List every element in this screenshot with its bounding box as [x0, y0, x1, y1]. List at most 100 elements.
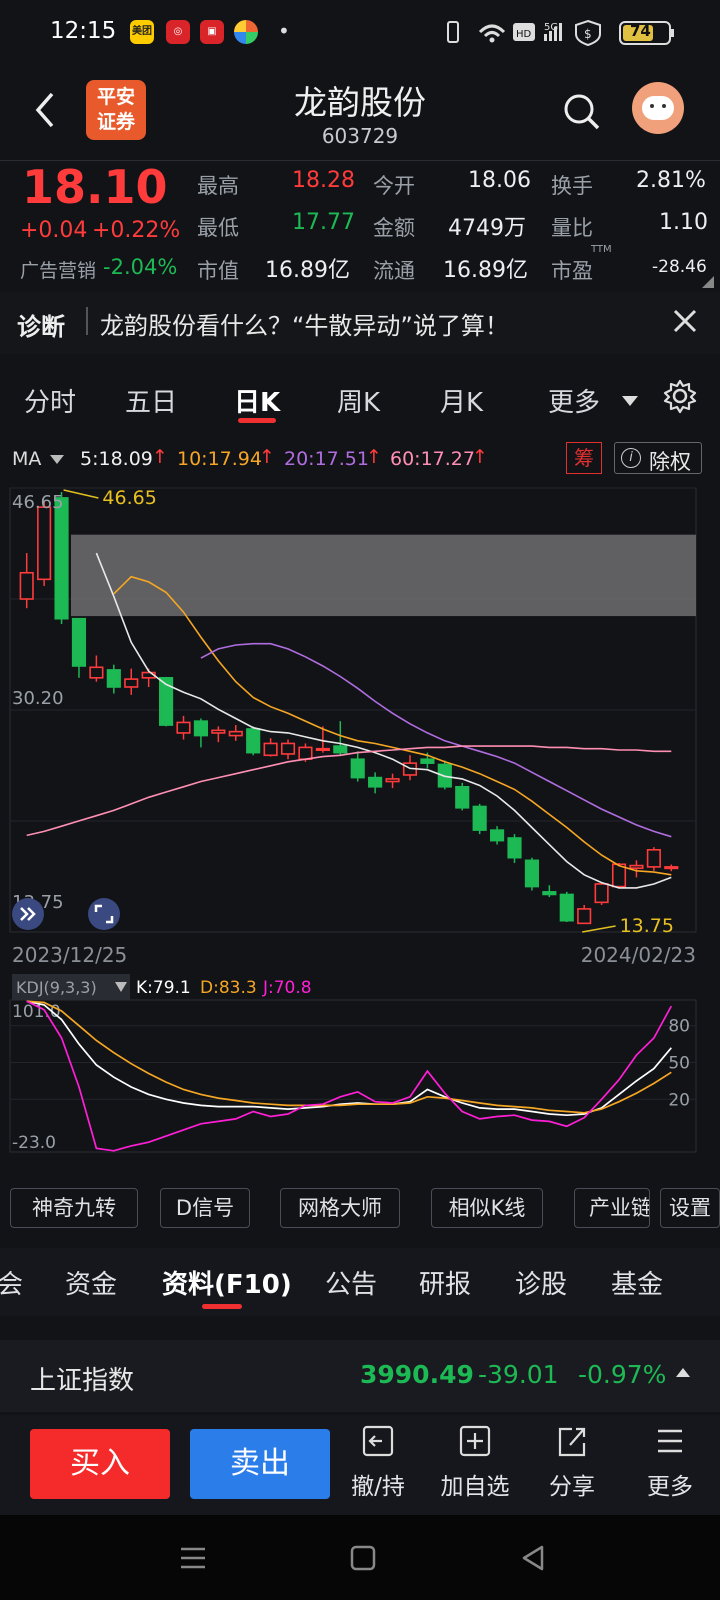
cap-label: 市值 [197, 259, 239, 283]
pe-value: -28.46 [652, 257, 707, 277]
more-button[interactable]: 更多 [625, 1421, 715, 1501]
tab-fund[interactable]: 基金 [611, 1264, 663, 1301]
tab-weekly-k[interactable]: 周K [337, 382, 380, 419]
diagnosis-banner[interactable]: 诊断 龙韵股份看什么？“牛散异动”说了算！ [0, 292, 720, 354]
index-pct: -0.97% [578, 1360, 667, 1389]
float-value: 16.89亿 [443, 258, 528, 283]
tab-daily-k[interactable]: 日K [234, 382, 280, 419]
sector-label[interactable]: 广告营销 [20, 256, 96, 283]
candle-down [455, 785, 470, 809]
kdj-y-right-2: 20 [668, 1090, 690, 1110]
vol-ratio-value: 1.10 [659, 210, 708, 235]
fast-forward-icon[interactable] [12, 898, 44, 930]
share-icon [558, 1427, 586, 1457]
tab-diagnose[interactable]: 诊股 [515, 1264, 567, 1301]
share-button[interactable]: 分享 [527, 1421, 617, 1501]
tab-active-indicator [238, 418, 276, 423]
chevron-down-icon[interactable] [622, 396, 638, 406]
back-icon[interactable] [30, 90, 60, 130]
fullscreen-icon[interactable] [88, 898, 120, 930]
vol-ratio-label: 量比 [551, 216, 593, 240]
undo-hold-button[interactable]: 撤/持 [333, 1421, 423, 1501]
chip-settings[interactable]: 设置 [660, 1188, 720, 1228]
exright-button[interactable]: i 除权 [614, 442, 702, 474]
tab-funds[interactable]: 资金 [65, 1264, 117, 1301]
chip-industry-chain[interactable]: 产业链 [574, 1188, 650, 1228]
stock-header: 平安 证券 龙韵股份 603729 [0, 70, 720, 160]
exright-label: 除权 [649, 450, 691, 474]
x-end-date: 2024/02/23 [581, 943, 696, 967]
tool-chips: 神奇九转 D信号 网格大师 相似K线 产业链 设置 [0, 1180, 720, 1236]
dot-icon: • [278, 19, 290, 43]
chip-distribution-button[interactable]: 筹 [566, 442, 602, 474]
turnover-label: 换手 [551, 174, 593, 198]
ma-legend: MA 5:18.09 ↑ 10:17.94 ↑ 20:17.51 ↑ 60:17… [0, 440, 720, 480]
ma10-value: 10:17.94 [177, 448, 262, 470]
kline-chart-svg[interactable]: 46.6530.2013.7546.6513.752023/12/252024/… [0, 480, 720, 1180]
expand-corner-icon[interactable] [702, 276, 714, 288]
chip-d-signal[interactable]: D信号 [160, 1188, 250, 1228]
candle-down [106, 669, 121, 688]
candle-up [385, 778, 400, 783]
candle-up [211, 729, 226, 734]
chip-grid-master[interactable]: 网格大师 [280, 1188, 400, 1228]
app-icon [234, 20, 258, 44]
y-tick-high: 46.65 [12, 492, 64, 513]
index-ticker[interactable]: 上证指数 3990.49 -39.01 -0.97% [0, 1340, 720, 1412]
tab-research[interactable]: 研报 [419, 1264, 471, 1301]
amount-label: 金额 [373, 216, 415, 240]
tab-announcements[interactable]: 公告 [325, 1264, 377, 1301]
status-time: 12:15 [50, 18, 117, 44]
nav-back-icon[interactable] [518, 1543, 548, 1573]
buy-button[interactable]: 买入 [30, 1429, 170, 1499]
chip-similar-k[interactable]: 相似K线 [431, 1188, 543, 1228]
candle-down [71, 617, 87, 667]
candle-down [490, 829, 505, 842]
tab-more[interactable]: 更多 [548, 382, 600, 419]
subtab-active-indicator [202, 1304, 242, 1309]
add-watchlist-button[interactable]: 加自选 [430, 1421, 520, 1501]
annot-high-leader [63, 489, 99, 499]
diagnosis-label: 诊断 [17, 313, 65, 341]
period-tabs: 分时 五日 日K 周K 月K 更多 [0, 360, 720, 440]
candle-down [559, 893, 574, 922]
tab-5day[interactable]: 五日 [125, 382, 177, 419]
candle-down [368, 776, 383, 788]
kdj-k-value: K:79.1 [136, 978, 191, 998]
ma60-up-icon: ↑ [472, 446, 488, 468]
broker-logo[interactable]: 平安 证券 [86, 80, 146, 140]
sell-button[interactable]: 卖出 [190, 1429, 330, 1499]
tab-f10[interactable]: 资料(F10) [162, 1264, 292, 1301]
close-icon[interactable] [672, 308, 698, 334]
ma60-value: 60:17.27 [390, 448, 475, 470]
add-label: 加自选 [440, 1474, 510, 1500]
ma-label[interactable]: MA [12, 448, 41, 470]
tab-monthly-k[interactable]: 月K [440, 382, 483, 419]
high-value: 18.28 [292, 168, 355, 193]
kdj-y-bottom: -23.0 [12, 1133, 56, 1153]
annot-high-label: 46.65 [102, 487, 156, 509]
price-change-pct: +0.22% [92, 218, 181, 243]
home-icon[interactable] [348, 1543, 378, 1573]
candle-down [542, 891, 557, 896]
high-label: 最高 [197, 174, 239, 198]
tab-meeting[interactable]: 会 [0, 1264, 23, 1301]
recent-apps-icon[interactable] [178, 1543, 208, 1573]
chart-area[interactable]: 46.6530.2013.7546.6513.752023/12/252024/… [0, 480, 720, 1180]
candle-up [577, 908, 592, 925]
chip-nine-turn[interactable]: 神奇九转 [10, 1188, 138, 1228]
chevron-up-icon[interactable] [676, 1368, 690, 1377]
gear-icon[interactable] [662, 378, 698, 414]
bank2-icon: ▣ [200, 20, 224, 44]
gap-zone [70, 534, 696, 617]
index-name: 上证指数 [30, 1366, 135, 1396]
candle-down [246, 728, 261, 754]
ma-dropdown-icon[interactable] [50, 455, 64, 464]
candle-down [193, 720, 208, 737]
candle-down [333, 745, 348, 754]
tab-intraday[interactable]: 分时 [24, 382, 76, 419]
candle-down [54, 497, 69, 620]
avatar[interactable] [632, 82, 684, 134]
candle-up [37, 506, 52, 581]
search-icon[interactable] [562, 92, 602, 132]
